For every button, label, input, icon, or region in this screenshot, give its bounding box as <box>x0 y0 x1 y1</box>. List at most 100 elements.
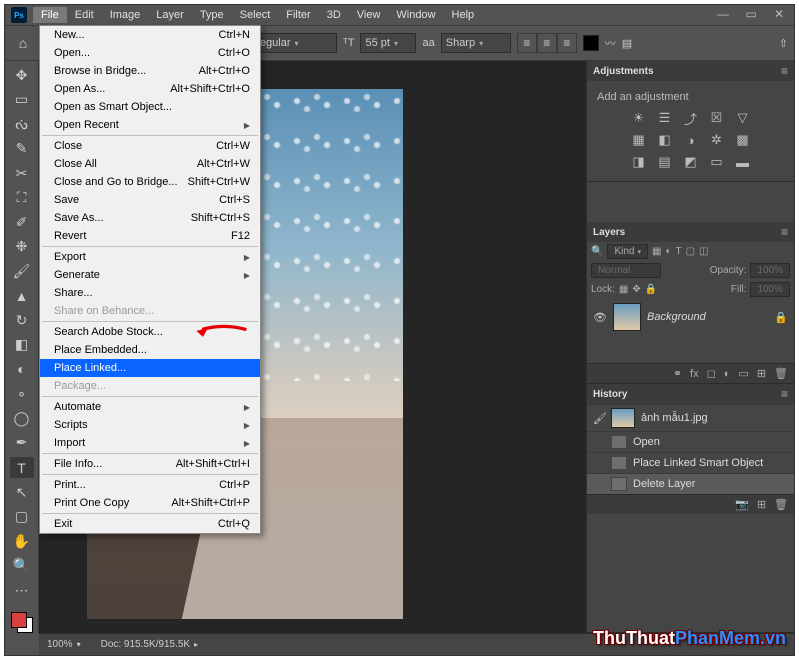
history-brush-source-icon[interactable]: 🖌 <box>593 412 605 425</box>
filter-type-icon[interactable]: T <box>675 246 681 257</box>
maximize-button[interactable]: ▭ <box>742 7 760 21</box>
invert-icon[interactable]: ◨ <box>630 153 648 171</box>
gradient-map-icon[interactable]: ▭ <box>708 153 726 171</box>
menu-item-place-embedded[interactable]: Place Embedded... <box>40 341 260 359</box>
layer-filter-kind[interactable]: Kind▾ <box>607 244 648 259</box>
menu-select[interactable]: Select <box>232 7 279 23</box>
color-lookup-icon[interactable]: ▩ <box>734 131 752 149</box>
panel-menu-icon[interactable]: ≡ <box>781 387 788 401</box>
lock-pixels-icon[interactable]: ▦ <box>619 284 628 295</box>
path-select-tool[interactable]: ↖ <box>10 482 34 503</box>
delete-state-icon[interactable]: 🗑 <box>774 498 788 511</box>
menu-item-open[interactable]: Open...Ctrl+O <box>40 44 260 62</box>
type-tool[interactable]: T <box>10 457 34 478</box>
hand-tool[interactable]: ✋ <box>10 531 34 552</box>
menu-item-save[interactable]: SaveCtrl+S <box>40 191 260 209</box>
new-snapshot-icon[interactable]: 📷 <box>735 498 749 511</box>
menu-item-scripts[interactable]: Scripts <box>40 416 260 434</box>
delete-layer-icon[interactable]: 🗑 <box>774 367 788 380</box>
channel-mixer-icon[interactable]: ✲ <box>708 131 726 149</box>
filter-pixel-icon[interactable]: ▦ <box>652 246 661 257</box>
hue-icon[interactable]: ▦ <box>630 131 648 149</box>
new-layer-icon[interactable]: ⊞ <box>757 367 766 380</box>
history-step[interactable]: Open <box>587 431 794 452</box>
filter-smart-icon[interactable]: ◫ <box>699 246 708 257</box>
adj-layer-icon[interactable]: ◐ <box>724 368 731 380</box>
exposure-icon[interactable]: ☒ <box>708 109 726 127</box>
history-brush-tool[interactable]: ↻ <box>10 310 34 331</box>
filter-shape-icon[interactable]: ▢ <box>686 246 695 257</box>
rectangle-tool[interactable]: ▢ <box>10 506 34 527</box>
menu-item-revert[interactable]: RevertF12 <box>40 227 260 245</box>
crop-tool[interactable]: ✂ <box>10 163 34 184</box>
menu-file[interactable]: File <box>33 7 67 23</box>
posterize-icon[interactable]: ▤ <box>656 153 674 171</box>
menu-item-save-as[interactable]: Save As...Shift+Ctrl+S <box>40 209 260 227</box>
menu-view[interactable]: View <box>349 7 389 23</box>
history-snapshot[interactable]: 🖌 ảnh mẫu1.jpg <box>587 404 794 431</box>
menu-item-browse-in-bridge[interactable]: Browse in Bridge...Alt+Ctrl+O <box>40 62 260 80</box>
filter-adjust-icon[interactable]: ◐ <box>665 246 671 257</box>
align-right-button[interactable]: ≡ <box>557 33 577 53</box>
heal-tool[interactable]: ❉ <box>10 237 34 258</box>
menu-item-open-as[interactable]: Open As...Alt+Shift+Ctrl+O <box>40 80 260 98</box>
warp-text-icon[interactable]: 〰 <box>605 35 616 51</box>
minimize-button[interactable]: — <box>714 7 732 21</box>
threshold-icon[interactable]: ◩ <box>682 153 700 171</box>
align-center-button[interactable]: ≡ <box>537 33 557 53</box>
text-color-swatch[interactable] <box>583 35 599 51</box>
mask-icon[interactable]: ◻ <box>707 367 716 380</box>
share-icon[interactable]: ⇧ <box>779 37 788 50</box>
menu-type[interactable]: Type <box>192 7 232 23</box>
blur-tool[interactable]: ∘ <box>10 384 34 405</box>
menu-item-new[interactable]: New...Ctrl+N <box>40 26 260 44</box>
menu-item-close-all[interactable]: Close AllAlt+Ctrl+W <box>40 155 260 173</box>
photo-filter-icon[interactable]: ◑ <box>682 131 700 149</box>
menu-layer[interactable]: Layer <box>148 7 192 23</box>
vibrance-icon[interactable]: ▽ <box>734 109 752 127</box>
lock-all-icon[interactable]: 🔒 <box>645 284 657 295</box>
menu-item-search-adobe-stock[interactable]: Search Adobe Stock... <box>40 323 260 341</box>
fill-value[interactable]: 100% <box>750 282 790 297</box>
eyedropper-tool[interactable]: ✐ <box>10 212 34 233</box>
zoom-tool[interactable]: 🔍 <box>10 555 34 576</box>
lasso-tool[interactable]: ᔔ <box>10 114 34 135</box>
frame-tool[interactable]: ⛶ <box>10 188 34 209</box>
visibility-icon[interactable]: 👁 <box>593 311 607 324</box>
group-icon[interactable]: ▭ <box>738 367 748 380</box>
close-button[interactable]: ✕ <box>770 7 788 21</box>
bw-icon[interactable]: ◧ <box>656 131 674 149</box>
brush-tool[interactable]: 🖌 <box>10 261 34 282</box>
move-tool[interactable]: ✥ <box>10 65 34 86</box>
font-size-select[interactable]: 55 pt▾ <box>360 33 416 53</box>
marquee-tool[interactable]: ▭ <box>10 90 34 111</box>
ellipsis-tool[interactable]: ⋯ <box>10 580 34 601</box>
panel-menu-icon[interactable]: ≡ <box>781 64 788 78</box>
menu-item-generate[interactable]: Generate <box>40 266 260 284</box>
opacity-value[interactable]: 100% <box>750 263 790 278</box>
menu-item-close-and-go-to-bridge[interactable]: Close and Go to Bridge...Shift+Ctrl+W <box>40 173 260 191</box>
menu-item-export[interactable]: Export <box>40 248 260 266</box>
menu-item-print[interactable]: Print...Ctrl+P <box>40 476 260 494</box>
layer-row[interactable]: 👁 Background 🔒 <box>587 299 794 335</box>
home-icon[interactable]: ⌂ <box>11 31 35 55</box>
menu-filter[interactable]: Filter <box>278 7 318 23</box>
new-doc-from-state-icon[interactable]: ⊞ <box>757 498 766 511</box>
blend-mode-select[interactable]: Normal <box>591 263 661 278</box>
menu-item-file-info[interactable]: File Info...Alt+Shift+Ctrl+I <box>40 455 260 473</box>
dodge-tool[interactable]: ◯ <box>10 408 34 429</box>
menu-help[interactable]: Help <box>444 7 483 23</box>
brightness-icon[interactable]: ☀ <box>630 109 648 127</box>
menu-image[interactable]: Image <box>102 7 149 23</box>
panel-menu-icon[interactable]: ≡ <box>781 225 788 239</box>
eraser-tool[interactable]: ◧ <box>10 335 34 356</box>
menu-item-open-as-smart-object[interactable]: Open as Smart Object... <box>40 98 260 116</box>
menu-edit[interactable]: Edit <box>67 7 102 23</box>
history-step[interactable]: Delete Layer <box>587 473 794 494</box>
levels-icon[interactable]: ☰ <box>656 109 674 127</box>
link-layers-icon[interactable]: ⚭ <box>673 367 682 380</box>
menu-item-import[interactable]: Import <box>40 434 260 452</box>
fx-icon[interactable]: fx <box>690 368 699 380</box>
pen-tool[interactable]: ✒ <box>10 433 34 454</box>
filter-magnify-icon[interactable]: 🔍 <box>591 246 603 257</box>
